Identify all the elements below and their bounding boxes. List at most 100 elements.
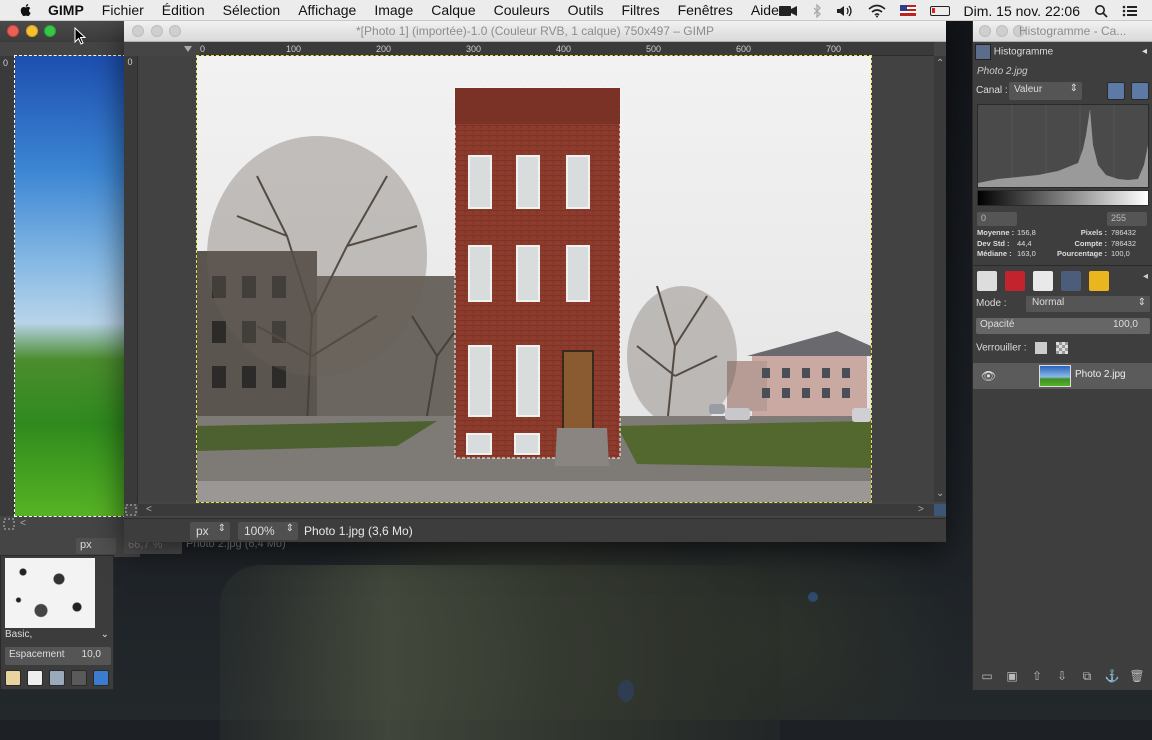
minimize-button[interactable] [996, 25, 1008, 37]
colormap-tab-icon[interactable] [1061, 271, 1081, 291]
new-brush-icon[interactable] [27, 670, 43, 686]
brush-preset-select[interactable]: Basic, ⌄ [5, 629, 111, 643]
horizontal-scrollbar[interactable]: < > [138, 504, 934, 516]
range-min-input[interactable]: 0 [977, 212, 1017, 226]
ruler-tick: 500 [646, 44, 662, 54]
new-layer-icon[interactable]: ▭ [979, 668, 995, 684]
menu-outils[interactable]: Outils [568, 2, 604, 18]
menu-affichage[interactable]: Affichage [298, 2, 356, 18]
range-max-input[interactable]: 255 [1107, 212, 1147, 226]
window-titlebar[interactable]: *[Photo 1] (importée)-1.0 (Couleur RVB, … [124, 20, 946, 42]
navigate-icon[interactable] [934, 504, 946, 516]
image-canvas-photo-2[interactable] [14, 55, 126, 517]
lower-layer-icon[interactable]: ⇩ [1054, 668, 1070, 684]
channel-select[interactable]: Valeur ⇕ [1009, 82, 1082, 100]
value-gradient-bar [977, 190, 1149, 206]
grass-right [617, 421, 871, 468]
vertical-scrollbar[interactable]: ⌃ ⌄ [934, 56, 946, 502]
delete-layer-icon[interactable]: 🗑 [1129, 668, 1145, 684]
opacity-slider[interactable]: Opacité 100,0 [976, 318, 1150, 334]
scroll-right-icon[interactable]: > [918, 504, 924, 515]
duplicate-layer-icon[interactable]: ⧉ [1079, 668, 1095, 684]
unit-select[interactable]: px ⇕ [190, 522, 230, 540]
image-canvas-photo-1[interactable] [196, 55, 872, 503]
menu-filtres[interactable]: Filtres [621, 2, 659, 18]
stat-compte-label: Compte : [1074, 238, 1108, 248]
stat-pixels-label: Pixels : [1080, 228, 1107, 237]
layer-name[interactable]: Photo 2.jpg [1075, 369, 1126, 380]
desktop-wallpaper-figure [220, 565, 780, 740]
lock-pixels-icon[interactable] [1035, 342, 1048, 354]
scroll-left-icon[interactable]: < [146, 504, 152, 515]
histogram-graph[interactable] [977, 104, 1149, 188]
menu-app-gimp[interactable]: GIMP [48, 2, 84, 18]
histogram-tab[interactable]: Histogramme ◂ [975, 44, 1151, 64]
delete-brush-icon[interactable] [71, 670, 87, 686]
spacing-slider[interactable]: Espacement 10,0 [5, 647, 111, 665]
menubar-clock[interactable]: Dim. 15 nov. 22:06 [964, 3, 1080, 19]
new-layer-group-icon[interactable]: ▣ [1004, 668, 1020, 684]
window-title: *[Photo 1] (importée)-1.0 (Couleur RVB, … [356, 24, 714, 38]
menu-couleurs[interactable]: Couleurs [494, 2, 550, 18]
tab-menu-icon[interactable]: ◂ [1142, 46, 1147, 57]
eye-icon[interactable]: 👁 [981, 369, 996, 383]
log-histogram-icon[interactable] [1131, 82, 1149, 100]
bluetooth-icon[interactable] [812, 3, 822, 18]
left-unit-select[interactable]: px [76, 538, 116, 554]
scroll-down-icon[interactable]: ⌄ [936, 488, 944, 499]
stat-pourcentage-value: 100,0 [1111, 249, 1130, 258]
close-button[interactable] [979, 25, 991, 37]
menu-fichier[interactable]: Fichier [102, 2, 144, 18]
close-button[interactable] [7, 25, 19, 37]
ruler-tick: 400 [556, 44, 572, 54]
battery-icon[interactable] [929, 5, 950, 16]
mode-select[interactable]: Normal ⇕ [1026, 296, 1150, 312]
camera-icon[interactable] [778, 4, 798, 18]
menu-fenetres[interactable]: Fenêtres [678, 2, 733, 18]
undo-history-tab-icon[interactable] [1089, 271, 1109, 291]
dock-titlebar[interactable]: Histogramme - Ca... [973, 20, 1152, 42]
scroll-left-icon[interactable]: < [20, 518, 26, 529]
menu-aide[interactable]: Aide [751, 2, 779, 18]
menu-image[interactable]: Image [374, 2, 413, 18]
search-icon[interactable] [1094, 4, 1108, 18]
dock-tab-icons: ◂ [977, 271, 1148, 291]
anchor-layer-icon[interactable]: ⚓ [1104, 668, 1120, 684]
window-titlebar[interactable] [0, 20, 140, 42]
horizontal-ruler: 0 100 200 300 400 500 600 700 [200, 42, 934, 56]
duplicate-brush-icon[interactable] [49, 670, 65, 686]
lock-alpha-icon[interactable] [1056, 342, 1069, 354]
zoom-button[interactable] [44, 25, 56, 37]
menu-calque[interactable]: Calque [431, 2, 475, 18]
channels-tab-icon[interactable] [1005, 271, 1025, 291]
brush-grid-preview[interactable] [5, 558, 95, 628]
layers-tab-icon[interactable] [977, 271, 997, 291]
menu-selection[interactable]: Sélection [223, 2, 281, 18]
dock-title: Histogramme - Ca... [1019, 24, 1127, 38]
image-window-photo-2[interactable]: 0 < [0, 20, 140, 557]
image-window-photo-1[interactable]: *[Photo 1] (importée)-1.0 (Couleur RVB, … [124, 20, 946, 542]
wifi-icon[interactable] [867, 4, 886, 18]
quick-mask-icon[interactable] [124, 504, 138, 516]
volume-icon[interactable] [836, 4, 854, 18]
quick-mask-icon[interactable] [2, 517, 16, 531]
flag-icon[interactable] [899, 5, 916, 16]
linear-histogram-icon[interactable] [1107, 82, 1125, 100]
apple-icon[interactable] [18, 2, 34, 18]
minimize-button[interactable] [26, 25, 38, 37]
stat-mediane-label: Médiane : [977, 249, 1012, 258]
edit-brush-icon[interactable] [5, 670, 21, 686]
layer-row[interactable]: 👁 Photo 2.jpg [973, 363, 1152, 389]
raise-layer-icon[interactable]: ⇧ [1029, 668, 1045, 684]
histogram-tab-icon [975, 44, 991, 60]
paths-tab-icon[interactable] [1033, 271, 1053, 291]
ruler-origin-icon[interactable] [182, 44, 194, 54]
tab-menu-icon[interactable]: ◂ [1143, 271, 1148, 291]
chevron-updown-icon: ⇕ [285, 523, 294, 534]
menu-edition[interactable]: Édition [162, 2, 205, 18]
notification-center-icon[interactable] [1122, 4, 1138, 18]
stat-devstd-label: Dev Std : [977, 238, 1010, 248]
refresh-brushes-icon[interactable] [93, 670, 109, 686]
zoom-select[interactable]: 100% ⇕ [238, 522, 298, 540]
scroll-up-icon[interactable]: ⌃ [936, 58, 944, 69]
